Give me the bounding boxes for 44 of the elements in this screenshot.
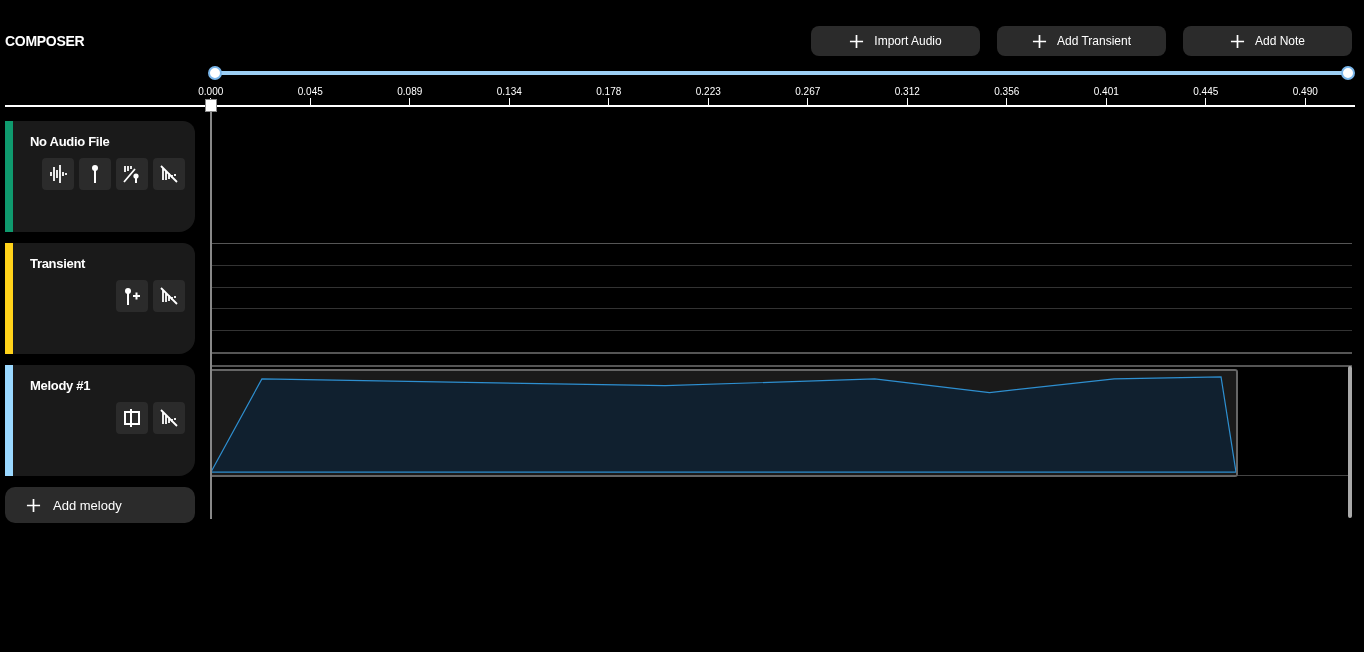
pin-slash-button[interactable]: [116, 158, 148, 190]
time-label: 0.356: [994, 86, 1020, 98]
muted-waveform-icon: [159, 164, 179, 184]
app-title: COMPOSER: [5, 33, 85, 49]
muted-waveform-button[interactable]: [153, 158, 185, 190]
time-label: 0.401: [1093, 86, 1119, 98]
zoom-range-slider[interactable]: [207, 66, 1356, 80]
playhead-handle[interactable]: [205, 99, 217, 112]
time-label: 0.178: [596, 86, 622, 98]
muted-waveform-button[interactable]: [153, 280, 185, 312]
slider-thumb[interactable]: [208, 66, 222, 80]
time-label: 0.312: [894, 86, 920, 98]
muted-waveform-icon: [159, 408, 179, 428]
time-label: 0.089: [397, 86, 423, 98]
slider-thumb[interactable]: [1341, 66, 1355, 80]
muted-waveform-icon: [159, 286, 179, 306]
pin-plus-icon: [122, 286, 142, 306]
vertical-scrollbar[interactable]: [1348, 366, 1352, 518]
add-melody-button[interactable]: Add melody: [5, 487, 195, 523]
toolbar-button[interactable]: Import Audio: [811, 26, 980, 56]
time-label: 0.490: [1292, 86, 1318, 98]
plus-icon: [26, 497, 41, 513]
split-icon: [122, 408, 142, 428]
time-label: 0.134: [496, 86, 522, 98]
time-label: 0.000: [198, 86, 224, 98]
pin-button[interactable]: [79, 158, 111, 190]
waveform-icon: [48, 164, 68, 184]
track-name: Melody #1: [30, 378, 92, 393]
pin-plus-button[interactable]: [116, 280, 148, 312]
time-label: 0.223: [695, 86, 721, 98]
plus-icon: [1031, 33, 1047, 49]
toolbar-button[interactable]: Add Transient: [997, 26, 1166, 56]
time-label: 0.267: [795, 86, 821, 98]
track-name: No Audio File: [30, 134, 111, 149]
split-button[interactable]: [116, 402, 148, 434]
plus-icon: [1229, 33, 1245, 49]
time-label: 0.045: [297, 86, 323, 98]
track-name: Transient: [30, 256, 87, 271]
waveform-button[interactable]: [42, 158, 74, 190]
time-label: 0.445: [1193, 86, 1219, 98]
muted-waveform-button[interactable]: [153, 402, 185, 434]
pin-slash-icon: [122, 164, 142, 184]
plus-icon: [849, 33, 865, 49]
toolbar-button[interactable]: Add Note: [1183, 26, 1352, 56]
